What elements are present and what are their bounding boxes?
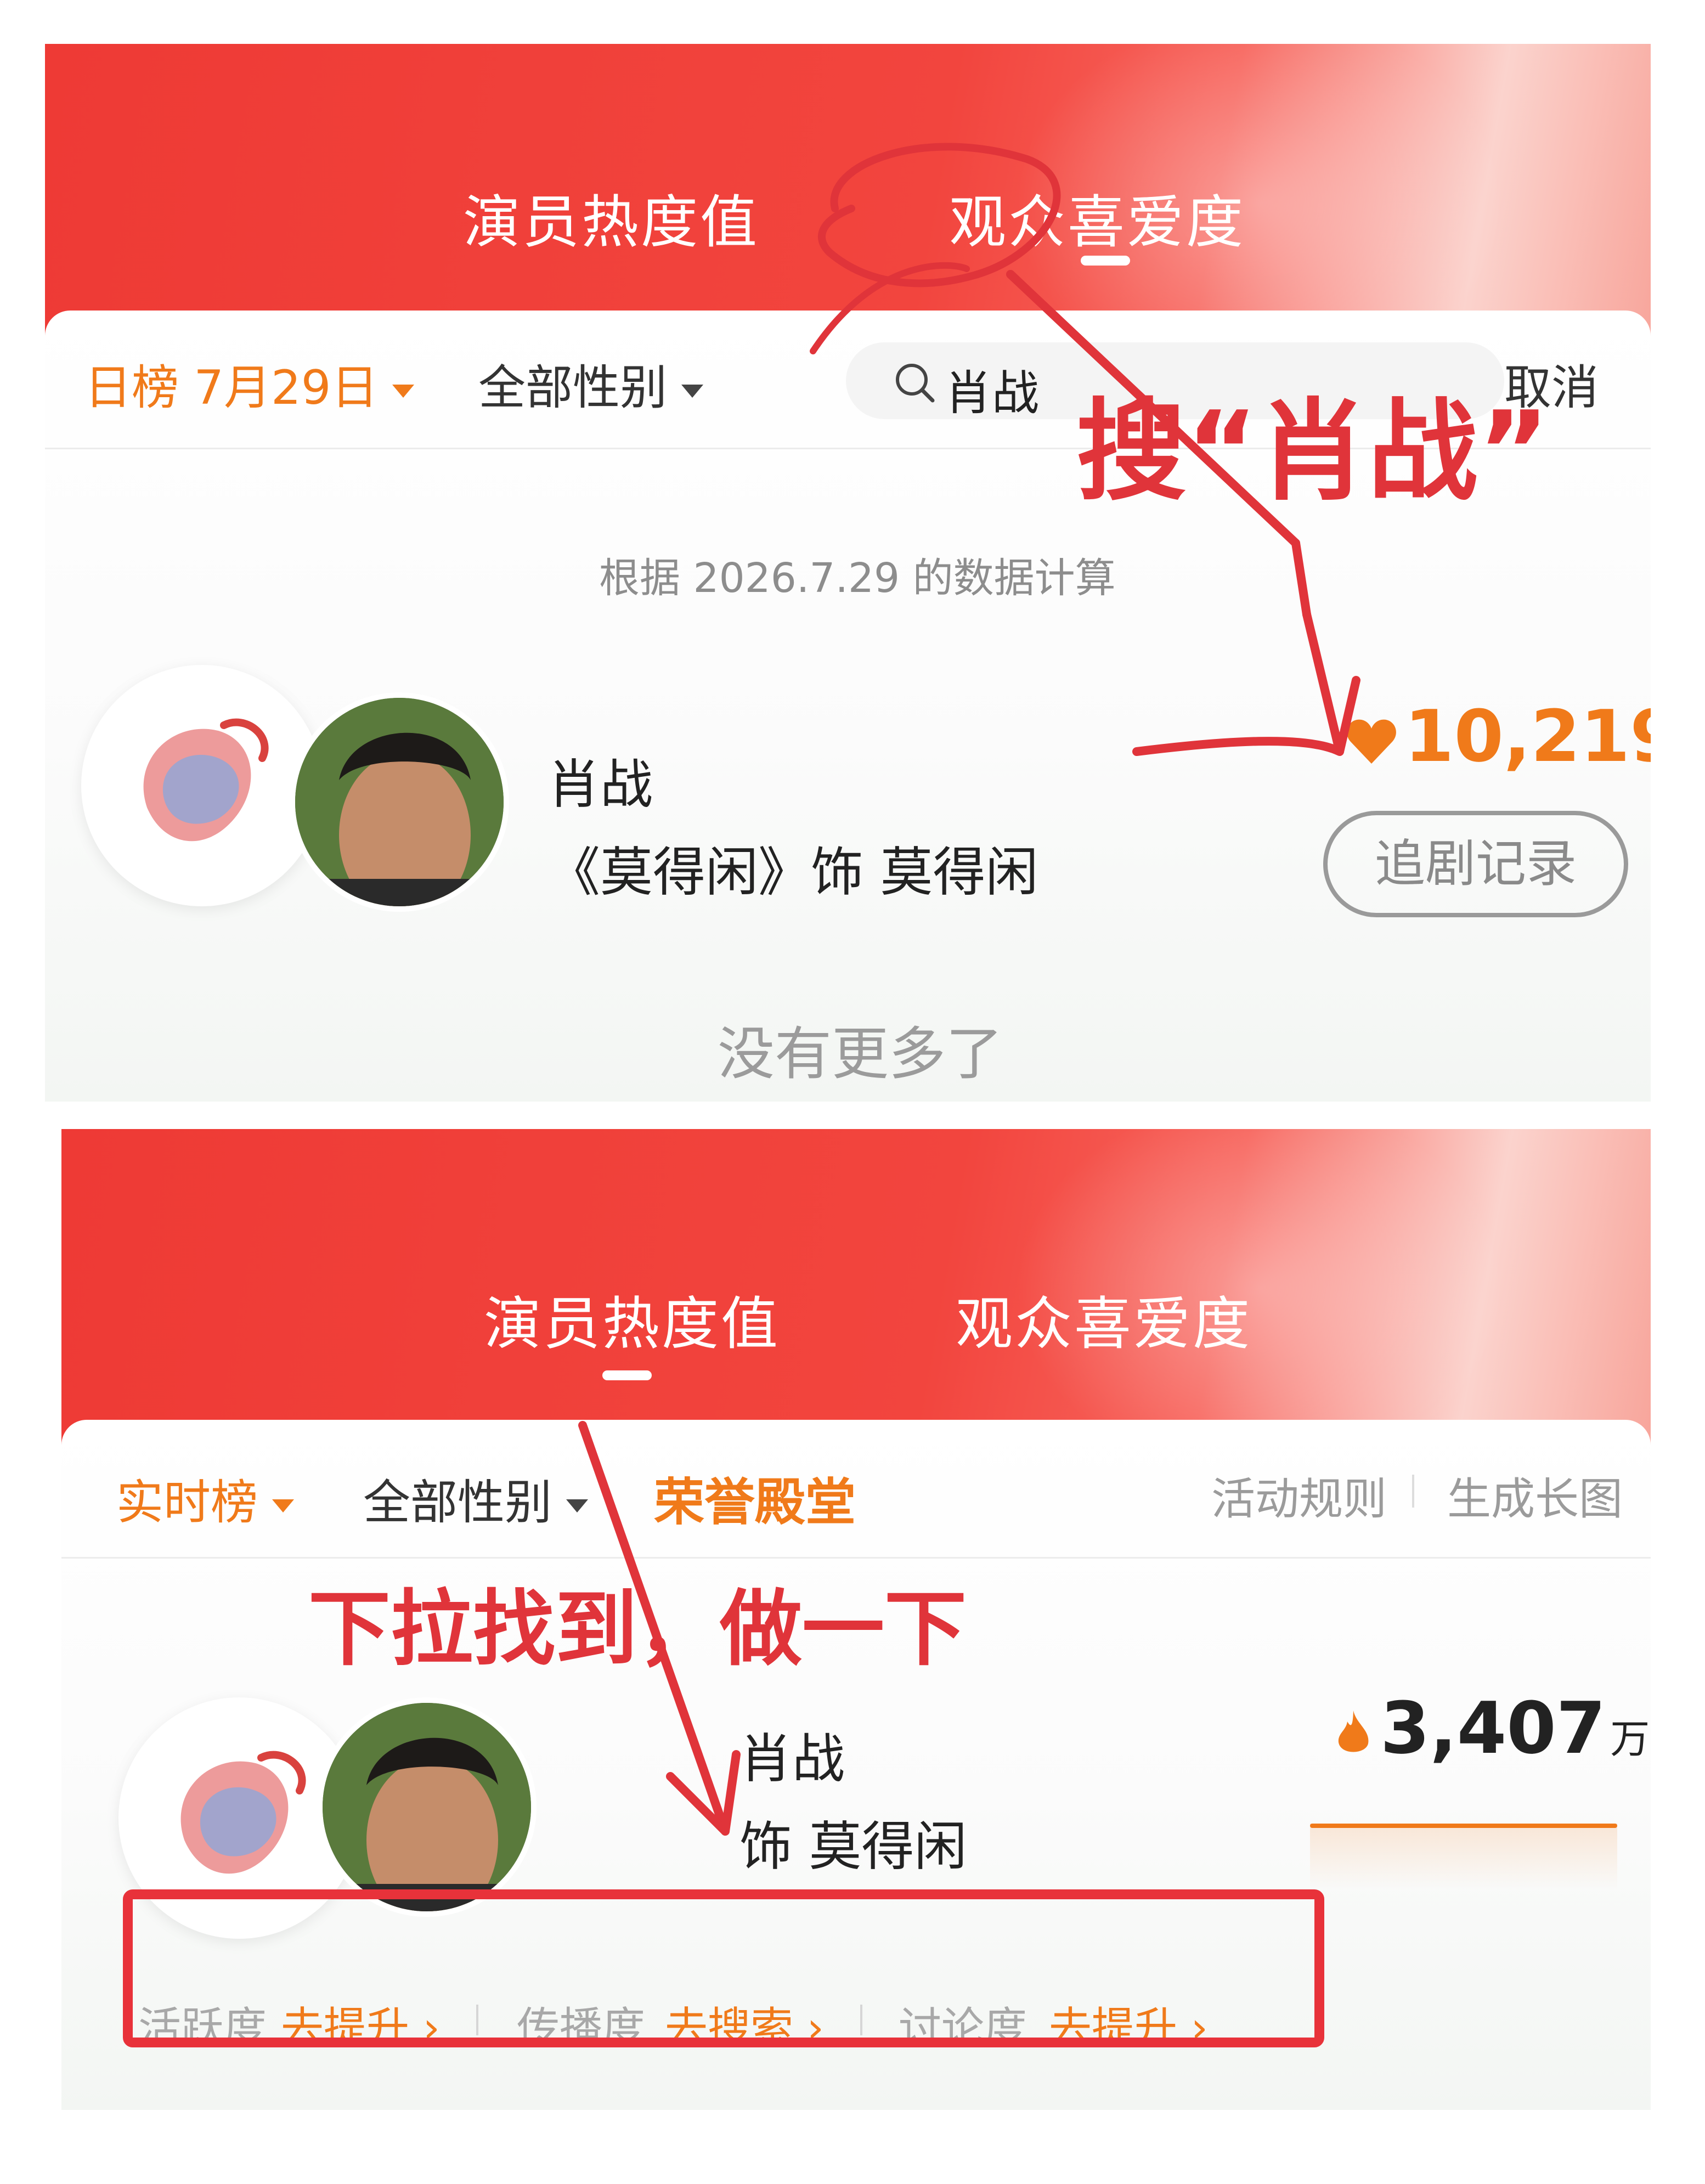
annotation-search: 搜“肖战” <box>1076 388 1550 516</box>
favorability-panel: 演员热度值 观众喜爱度 日榜 7月29日 全部性别 肖战 取消 根据 2026.… <box>45 44 1651 1102</box>
annotation-arrow-icon <box>810 143 1360 756</box>
heat-panel: 演员热度值 观众喜爱度 实时榜 全部性别 荣誉殿堂 活动规则 生成长图 肖战 饰… <box>61 1129 1651 2110</box>
annotation-pull-down: 下拉找到，做一下 <box>308 1582 967 1677</box>
